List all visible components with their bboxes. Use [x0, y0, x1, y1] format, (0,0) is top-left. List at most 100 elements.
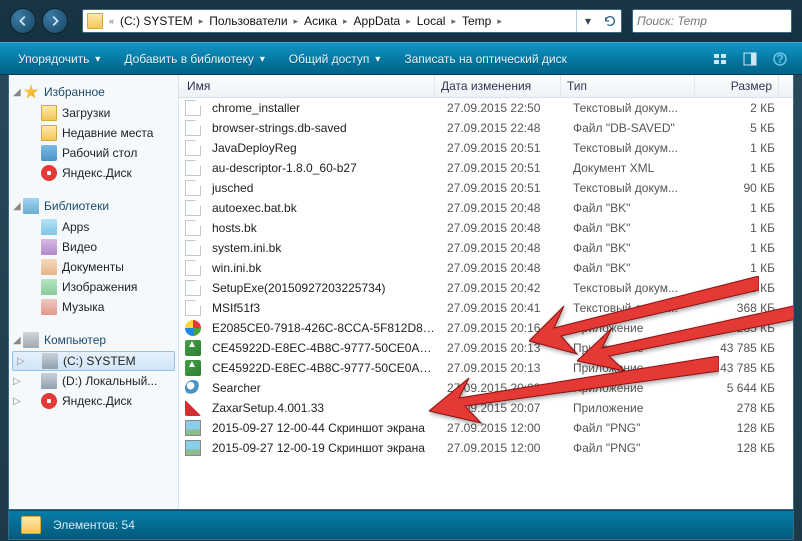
nav-item[interactable]: ▷Яндекс.Диск	[9, 391, 178, 411]
file-date: 27.09.2015 22:48	[441, 121, 567, 135]
item-icon	[41, 393, 57, 409]
file-name: ZaxarSetup.4.001.33	[206, 401, 441, 415]
file-row[interactable]: chrome_installer 27.09.2015 22:50 Тексто…	[179, 98, 793, 118]
nav-item[interactable]: Документы	[9, 257, 178, 277]
nav-item[interactable]: Изображения	[9, 277, 178, 297]
search-box[interactable]	[632, 9, 792, 33]
file-row[interactable]: win.ini.bk 27.09.2015 20:48 Файл "BK" 1 …	[179, 258, 793, 278]
file-icon	[185, 180, 201, 196]
breadcrumb-item[interactable]: Local	[413, 10, 450, 32]
item-icon	[41, 239, 57, 255]
file-name: win.ini.bk	[206, 261, 441, 275]
file-date: 27.09.2015 20:13	[441, 361, 567, 375]
file-list-view: Имя Дата изменения Тип Размер chrome_ins…	[179, 75, 793, 509]
address-bar[interactable]: «(C:) SYSTEM▸Пользователи▸Асика▸AppData▸…	[82, 9, 622, 33]
nav-item[interactable]: Загрузки	[9, 103, 178, 123]
column-size[interactable]: Размер	[695, 75, 779, 97]
nav-item[interactable]: Яндекс.Диск	[9, 163, 178, 183]
file-row[interactable]: browser-strings.db-saved 27.09.2015 22:4…	[179, 118, 793, 138]
file-name: au-descriptor-1.8.0_60-b27	[206, 161, 441, 175]
nav-item[interactable]: ▷(D:) Локальный...	[9, 371, 178, 391]
file-icon	[185, 420, 201, 436]
file-type: Приложение	[567, 321, 701, 335]
file-row[interactable]: 2015-09-27 12-00-19 Скриншот экрана 27.0…	[179, 438, 793, 458]
refresh-button[interactable]	[599, 10, 621, 32]
file-row[interactable]: au-descriptor-1.8.0_60-b27 27.09.2015 20…	[179, 158, 793, 178]
file-row[interactable]: autoexec.bat.bk 27.09.2015 20:48 Файл "B…	[179, 198, 793, 218]
file-type: Приложение	[567, 341, 701, 355]
file-date: 27.09.2015 20:51	[441, 141, 567, 155]
share-button[interactable]: Общий доступ▼	[281, 48, 391, 70]
navigation-pane[interactable]: ◢ИзбранноеЗагрузкиНедавние местаРабочий …	[9, 75, 179, 509]
file-rows[interactable]: chrome_installer 27.09.2015 22:50 Тексто…	[179, 98, 793, 509]
file-date: 27.09.2015 22:50	[441, 101, 567, 115]
file-icon	[185, 100, 201, 116]
breadcrumb-item[interactable]: (C:) SYSTEM	[116, 10, 197, 32]
breadcrumb-item[interactable]: AppData	[350, 10, 405, 32]
file-icon	[185, 140, 201, 156]
file-date: 27.09.2015 20:41	[441, 301, 567, 315]
organize-button[interactable]: Упорядочить▼	[10, 48, 110, 70]
file-type: Текстовый докум...	[567, 101, 701, 115]
breadcrumb-item[interactable]: Temp	[458, 10, 495, 32]
file-row[interactable]: system.ini.bk 27.09.2015 20:48 Файл "BK"…	[179, 238, 793, 258]
nav-group-header[interactable]: ◢Библиотеки	[9, 195, 178, 217]
file-row[interactable]: SetupExe(20150927203225734) 27.09.2015 2…	[179, 278, 793, 298]
preview-pane-button[interactable]	[738, 47, 762, 71]
collapse-icon: ◢	[13, 335, 23, 346]
file-row[interactable]: MSIf51f3 27.09.2015 20:41 Текстовый доку…	[179, 298, 793, 318]
file-type: Файл "DB-SAVED"	[567, 121, 701, 135]
file-row[interactable]: Searcher 27.09.2015 20:08 Приложение 5 6…	[179, 378, 793, 398]
file-size: 5 КБ	[701, 121, 781, 135]
file-row[interactable]: JavaDeployReg 27.09.2015 20:51 Текстовый…	[179, 138, 793, 158]
file-row[interactable]: E2085CE0-7918-426C-8CCA-5F812D849749 27.…	[179, 318, 793, 338]
file-size: 996 КБ	[701, 281, 781, 295]
file-date: 27.09.2015 20:07	[441, 401, 567, 415]
back-button[interactable]	[10, 8, 36, 34]
file-row[interactable]: jusched 27.09.2015 20:51 Текстовый докум…	[179, 178, 793, 198]
column-type[interactable]: Тип	[561, 75, 695, 97]
column-date[interactable]: Дата изменения	[435, 75, 561, 97]
search-input[interactable]	[637, 14, 794, 28]
file-name: JavaDeployReg	[206, 141, 441, 155]
column-name[interactable]: Имя	[179, 75, 435, 97]
nav-item[interactable]: Недавние места	[9, 123, 178, 143]
file-row[interactable]: CE45922D-E8EC-4B8C-9777-50CE0AFF7E... 27…	[179, 338, 793, 358]
file-date: 27.09.2015 20:51	[441, 181, 567, 195]
file-row[interactable]: 2015-09-27 12-00-44 Скриншот экрана 27.0…	[179, 418, 793, 438]
nav-item[interactable]: ▷(C:) SYSTEM	[12, 351, 175, 371]
breadcrumb-item[interactable]: Пользователи	[205, 10, 291, 32]
file-type: Файл "PNG"	[567, 421, 701, 435]
file-date: 27.09.2015 20:48	[441, 261, 567, 275]
file-icon	[185, 360, 201, 376]
help-button[interactable]: ?	[768, 47, 792, 71]
add-to-library-button[interactable]: Добавить в библиотеку▼	[116, 48, 274, 70]
nav-item[interactable]: Apps	[9, 217, 178, 237]
view-options-button[interactable]	[708, 47, 732, 71]
history-dropdown-button[interactable]: ▾	[577, 10, 599, 32]
svg-text:?: ?	[776, 52, 783, 66]
file-type: Приложение	[567, 401, 701, 415]
nav-item[interactable]: Видео	[9, 237, 178, 257]
file-name: CE45922D-E8EC-4B8C-9777-50CE0AFF7EEF	[206, 361, 441, 375]
item-icon	[41, 125, 57, 141]
forward-button[interactable]	[42, 8, 68, 34]
burn-button[interactable]: Записать на оптический диск	[396, 48, 575, 70]
nav-item[interactable]: Музыка	[9, 297, 178, 317]
file-row[interactable]: ZaxarSetup.4.001.33 27.09.2015 20:07 При…	[179, 398, 793, 418]
file-name: Searcher	[206, 381, 441, 395]
file-size: 43 785 КБ	[701, 341, 781, 355]
file-size: 1 КБ	[701, 161, 781, 175]
nav-group-header[interactable]: ◢Компьютер	[9, 329, 178, 351]
chevron-right-icon: ▸	[292, 16, 301, 27]
breadcrumb-item[interactable]: Асика	[300, 10, 341, 32]
file-size: 2 КБ	[701, 101, 781, 115]
nav-item[interactable]: Рабочий стол	[9, 143, 178, 163]
item-icon	[41, 299, 57, 315]
file-icon	[185, 160, 201, 176]
file-name: CE45922D-E8EC-4B8C-9777-50CE0AFF7E...	[206, 341, 441, 355]
file-row[interactable]: CE45922D-E8EC-4B8C-9777-50CE0AFF7EEF 27.…	[179, 358, 793, 378]
file-row[interactable]: hosts.bk 27.09.2015 20:48 Файл "BK" 1 КБ	[179, 218, 793, 238]
nav-group-header[interactable]: ◢Избранное	[9, 81, 178, 103]
explorer-window: «(C:) SYSTEM▸Пользователи▸Асика▸AppData▸…	[0, 0, 802, 541]
